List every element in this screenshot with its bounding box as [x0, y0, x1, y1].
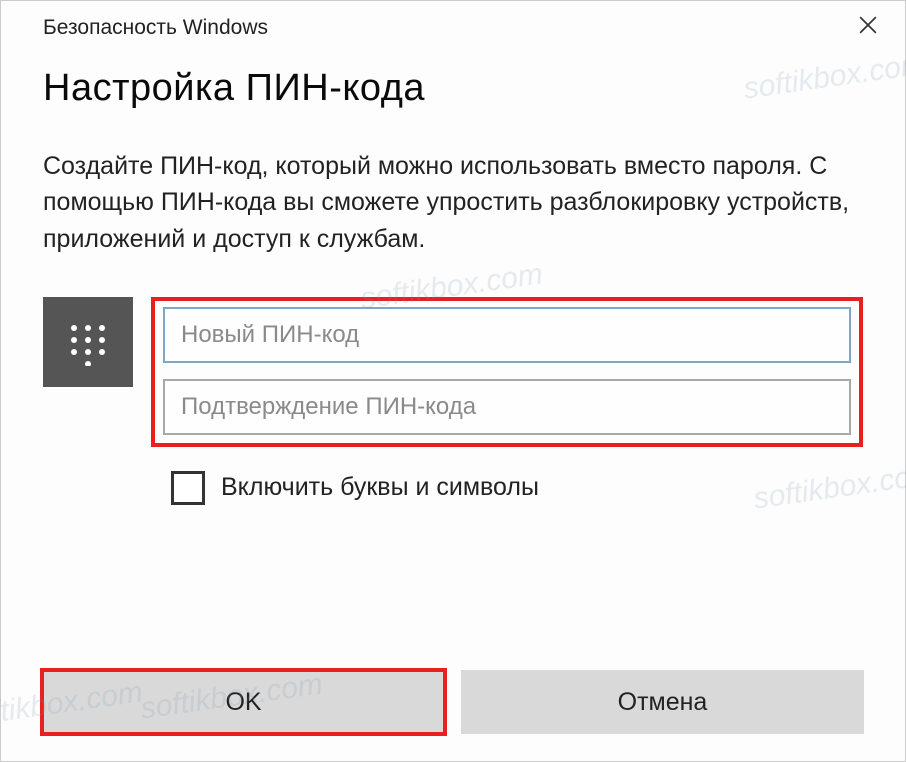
security-dialog: Безопасность Windows Настройка ПИН-кода … [0, 0, 906, 762]
dialog-content: Настройка ПИН-кода Создайте ПИН-код, кот… [1, 47, 905, 505]
ok-button[interactable]: OK [42, 670, 445, 734]
pin-inputs-highlight [151, 297, 863, 447]
close-button[interactable] [845, 12, 891, 44]
dialog-heading: Настройка ПИН-кода [43, 67, 863, 110]
close-icon [859, 16, 877, 40]
titlebar: Безопасность Windows [1, 1, 905, 47]
dialog-description: Создайте ПИН-код, который можно использо… [43, 148, 863, 257]
new-pin-input[interactable] [163, 307, 851, 363]
window-title: Безопасность Windows [43, 16, 268, 40]
confirm-pin-input[interactable] [163, 379, 851, 435]
cancel-button[interactable]: Отмена [461, 670, 864, 734]
letters-symbols-row: Включить буквы и символы [171, 471, 863, 505]
letters-symbols-checkbox[interactable] [171, 471, 205, 505]
keypad-icon [43, 297, 133, 387]
pin-input-row [43, 297, 863, 447]
dialog-buttons: OK Отмена [42, 670, 864, 734]
letters-symbols-label: Включить буквы и символы [221, 473, 539, 502]
